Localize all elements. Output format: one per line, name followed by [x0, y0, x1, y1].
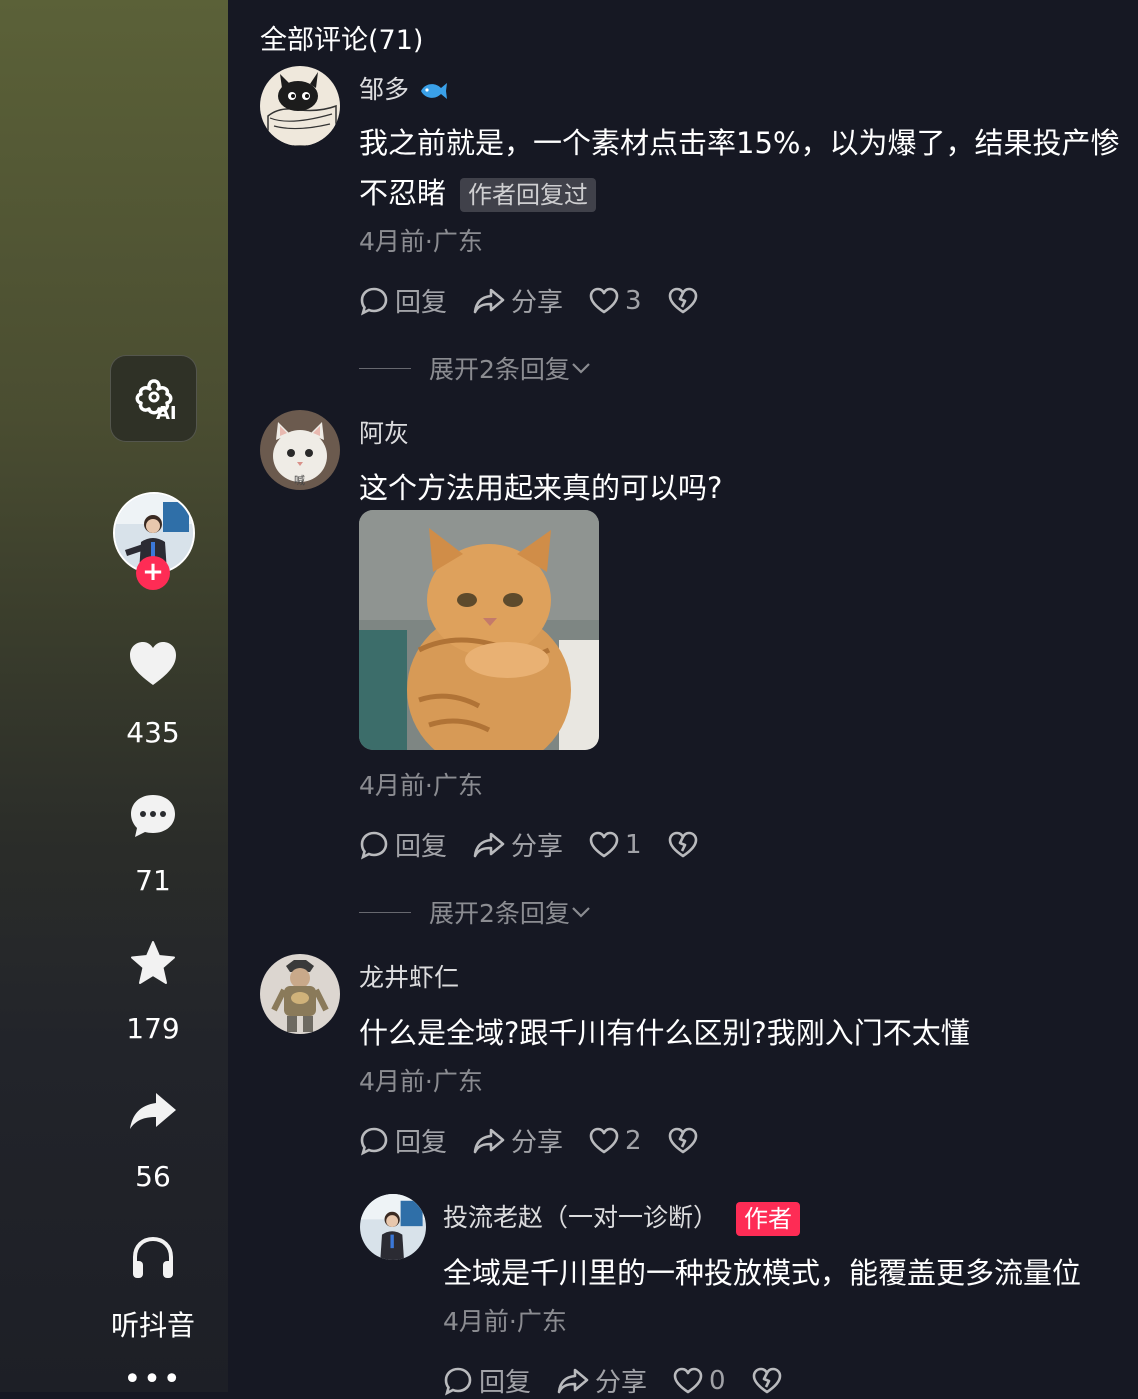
reply-button[interactable]: 回复: [359, 826, 447, 863]
reply-meta: 4月前·广东: [443, 1307, 567, 1336]
comment-actions: 回复 分享 2: [359, 1122, 730, 1159]
chevron-down-icon: [572, 907, 590, 918]
divider-line: [359, 911, 411, 913]
more-button[interactable]: •••: [120, 1365, 186, 1395]
follow-button[interactable]: +: [136, 556, 170, 590]
reply-author-avatar[interactable]: [360, 1194, 426, 1260]
heart-outline-icon: [589, 831, 619, 857]
share-outline-icon: [473, 288, 505, 313]
dislike-comment-button[interactable]: [668, 287, 704, 315]
like-comment-button[interactable]: 0: [673, 1366, 726, 1396]
listen-button[interactable]: [125, 1230, 181, 1286]
heart-outline-icon: [589, 287, 619, 313]
heart-outline-icon: [589, 1127, 619, 1153]
comment-like-count: 2: [625, 1125, 642, 1156]
comment-button[interactable]: [125, 788, 181, 844]
reply-button[interactable]: 回复: [359, 1122, 447, 1159]
commenter-name[interactable]: 邹多: [359, 70, 449, 106]
star-icon: [131, 941, 175, 984]
cartoon-character-avatar-image: [260, 954, 340, 1034]
like-comment-button[interactable]: 2: [589, 1126, 642, 1156]
share-count: 56: [135, 1160, 171, 1193]
comment-actions: 回复 分享 1: [359, 826, 730, 863]
comment-meta: 4月前·广东: [359, 1067, 483, 1096]
fish-badge-icon: [420, 83, 447, 99]
heart-outline-icon: [673, 1367, 703, 1393]
author-replied-tag: 作者回复过: [460, 178, 597, 212]
ai-label: AI: [156, 403, 177, 424]
share-arrow-icon: [130, 1093, 176, 1129]
reply-bubble-icon: [444, 1367, 472, 1395]
divider-line: [359, 367, 411, 369]
chevron-down-icon: [572, 363, 590, 374]
comment-text: 我之前就是，一个素材点击率15%，以为爆了，结果投产惨: [359, 126, 1120, 160]
favorite-count: 179: [126, 1012, 180, 1045]
action-rail: AI + 435 71 179 56 听抖音 •••: [0, 0, 228, 1395]
favorite-button[interactable]: [125, 935, 181, 991]
black-cat-avatar-image: [260, 66, 340, 146]
comments-title: 全部评论(71): [260, 25, 424, 56]
comment-text: 什么是全域?跟千川有什么区别?我刚入门不太懂: [359, 1016, 970, 1050]
commenter-avatar[interactable]: [260, 66, 340, 146]
share-outline-icon: [473, 1128, 505, 1153]
broken-heart-icon: [752, 1367, 781, 1393]
reply-bubble-icon: [360, 831, 388, 859]
share-outline-icon: [473, 832, 505, 857]
commenter-name[interactable]: 阿灰: [359, 414, 409, 450]
dislike-comment-button[interactable]: [752, 1367, 788, 1395]
author-photo: [360, 1194, 426, 1260]
reply-bubble-icon: [360, 287, 388, 315]
share-outline-icon: [557, 1368, 589, 1393]
comment-count: 71: [135, 864, 171, 897]
share-comment-button[interactable]: 分享: [473, 826, 563, 863]
author-tag: 作者: [736, 1202, 801, 1236]
comment-like-count: 1: [625, 829, 642, 860]
headphones-icon: [133, 1236, 173, 1278]
like-comment-button[interactable]: 1: [589, 830, 642, 860]
comment-meta: 4月前·广东: [359, 227, 483, 256]
share-comment-button[interactable]: 分享: [557, 1362, 647, 1399]
cat-sticker-image[interactable]: [359, 510, 599, 750]
ai-assistant-button[interactable]: AI: [110, 355, 197, 442]
comment-meta: 4月前·广东: [359, 771, 483, 800]
like-count: 435: [126, 716, 180, 749]
reply-text: 全域是千川里的一种投放模式，能覆盖更多流量位: [443, 1256, 1082, 1290]
listen-label: 听抖音: [110, 1309, 195, 1342]
avatar-caption: 喊: [294, 474, 305, 487]
reply-author-name[interactable]: 投流老赵（一对一诊断） 作者: [443, 1198, 801, 1236]
comment-like-count: 3: [625, 285, 642, 316]
share-comment-button[interactable]: 分享: [473, 1122, 563, 1159]
commenter-avatar[interactable]: 喊: [260, 410, 340, 490]
commenter-avatar[interactable]: [260, 954, 340, 1034]
like-button[interactable]: [125, 636, 181, 692]
commenter-name[interactable]: 龙井虾仁: [359, 958, 459, 994]
broken-heart-icon: [668, 287, 697, 313]
expand-replies-button[interactable]: 展开2条回复: [359, 350, 592, 386]
dislike-comment-button[interactable]: [668, 831, 704, 859]
orange-cat-sticker: [359, 510, 599, 750]
like-comment-button[interactable]: 3: [589, 286, 642, 316]
broken-heart-icon: [668, 1127, 697, 1153]
comment-actions: 回复 分享 3: [359, 282, 730, 319]
comments-panel: 全部评论(71) 邹多 我之前就是，一个素材点击率15%，以为爆了，结果投产惨 …: [228, 0, 1138, 1398]
dislike-comment-button[interactable]: [668, 1127, 704, 1155]
reply-bubble-icon: [360, 1127, 388, 1155]
reply-button[interactable]: 回复: [443, 1362, 531, 1399]
comment-text-continued: 不忍睹 作者回复过: [359, 170, 597, 212]
broken-heart-icon: [668, 831, 697, 857]
reply-button[interactable]: 回复: [359, 282, 447, 319]
reply-actions: 回复 分享 0: [443, 1362, 814, 1399]
expand-replies-button[interactable]: 展开2条回复: [359, 894, 592, 930]
share-comment-button[interactable]: 分享: [473, 282, 563, 319]
comment-text: 这个方法用起来真的可以吗?: [359, 471, 723, 505]
comment-bubble-icon: [131, 795, 175, 837]
share-button[interactable]: [125, 1083, 181, 1139]
comment-like-count: 0: [709, 1365, 726, 1396]
heart-icon: [130, 642, 176, 685]
